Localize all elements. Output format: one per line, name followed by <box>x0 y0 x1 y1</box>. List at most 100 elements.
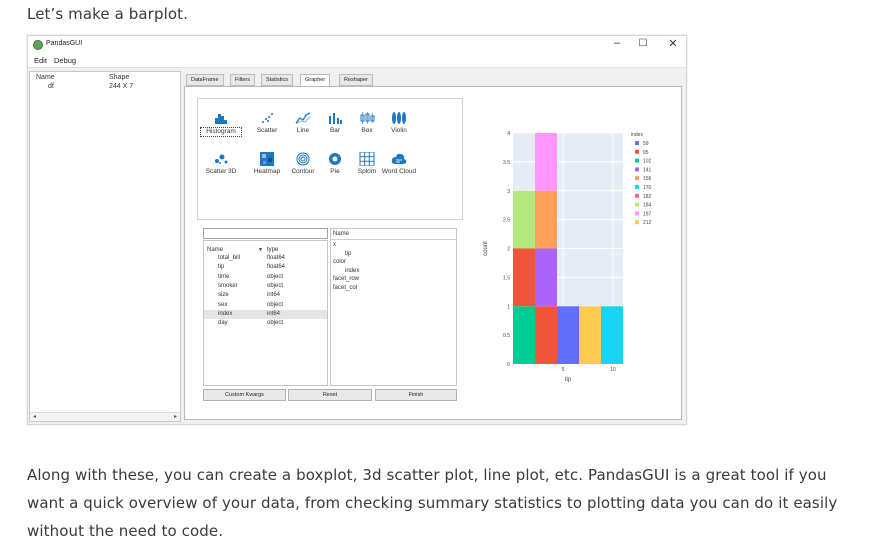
reset-button[interactable]: Reset <box>288 389 372 401</box>
minimize-button[interactable]: – <box>610 37 624 49</box>
menu-bar: Edit Debug <box>28 54 686 68</box>
drop-zone-color[interactable]: color <box>333 259 346 265</box>
plot-type-histogram[interactable]: Histogram <box>200 111 242 137</box>
legend-entry: 212 <box>643 220 652 226</box>
sort-desc-icon[interactable]: ▼ <box>258 247 263 253</box>
violin-icon <box>392 112 406 124</box>
column-name: time <box>218 273 230 280</box>
drop-zone-facet-row[interactable]: facet_row <box>333 276 359 282</box>
pandasgui-window: PandasGUI – ☐ ✕ Edit Debug Name Shape df… <box>27 35 687 425</box>
y-tick-label: 0.5 <box>503 333 510 339</box>
pie-icon <box>329 153 341 165</box>
bar-segment <box>513 248 535 307</box>
legend-swatch <box>635 141 639 145</box>
column-header-name[interactable]: Name <box>207 247 223 253</box>
article-outro: Along with these, you can create a boxpl… <box>27 466 838 540</box>
legend-entry: 197 <box>643 211 652 217</box>
column-type: float64 <box>267 264 286 271</box>
wordcloud-icon <box>391 153 407 164</box>
column-name: size <box>218 292 229 299</box>
tab-dataframe[interactable]: DataFrame <box>186 74 224 86</box>
y-tick-label: 1 <box>507 304 510 310</box>
navigator-hscrollbar[interactable]: ◂ ▸ <box>30 412 180 421</box>
column-name: index <box>218 310 233 317</box>
dataframe-shape: 244 X 7 <box>109 83 134 90</box>
y-tick-label: 3.5 <box>503 160 510 166</box>
x-tick-label: 5 <box>562 367 565 373</box>
tab-statistics[interactable]: Statistics <box>261 74 294 86</box>
column-type: object <box>267 273 284 280</box>
legend-swatch <box>635 158 639 163</box>
menu-debug[interactable]: Debug <box>54 56 76 65</box>
legend-entry: 184 <box>643 203 652 209</box>
column-type: int64 <box>267 310 281 317</box>
x-tick-label: 10 <box>610 367 616 373</box>
y-tick-label: 4 <box>507 131 510 137</box>
scroll-left-icon[interactable]: ◂ <box>33 413 36 420</box>
box-icon <box>360 112 375 124</box>
variable-drop-zones: Name x tip color index facet_row facet_col <box>330 228 457 386</box>
dataframe-row[interactable]: df 244 X 7 <box>30 83 180 91</box>
bar-segment <box>535 133 557 191</box>
plot-type-word-cloud[interactable]: Word Cloud <box>378 152 420 176</box>
assigned-column[interactable]: index <box>345 268 359 274</box>
legend-swatch <box>635 167 639 172</box>
legend-entry: 59 <box>643 141 649 147</box>
x-axis-label: tip <box>565 377 572 383</box>
finish-button[interactable]: Finish <box>375 389 457 401</box>
bar-segment <box>513 306 535 364</box>
plot-type-violin[interactable]: Violin <box>378 111 420 135</box>
dataframe-navigator: Name Shape df 244 X 7 ◂ ▸ <box>29 71 181 422</box>
navigator-header-shape[interactable]: Shape <box>109 74 129 81</box>
column-filter-input[interactable] <box>203 228 328 239</box>
column-type: object <box>267 301 284 308</box>
grapher-panel: Histogram Scatter Line Bar Box Violin Sc… <box>184 86 682 420</box>
navigator-header-name[interactable]: Name <box>36 74 55 81</box>
pandasgui-logo-icon <box>33 40 43 50</box>
assigned-column[interactable]: tip <box>345 251 351 257</box>
plot-type-scatter-3d[interactable]: Scatter 3D <box>200 152 242 176</box>
scroll-right-icon[interactable]: ▸ <box>174 413 177 420</box>
column-row[interactable]: tip float64 <box>204 263 327 272</box>
scatter-icon <box>262 113 273 123</box>
column-name: tip <box>218 264 225 271</box>
plot-type-picker: Histogram Scatter Line Bar Box Violin Sc… <box>197 98 463 220</box>
plot-area: 0 0.5 1 1.5 2 2.5 3 3.5 4 5 10 tip count index 59 95 102… <box>467 98 677 404</box>
article-intro: Let’s make a barplot. <box>27 5 188 23</box>
bar-segment <box>557 306 579 364</box>
splom-icon <box>359 152 375 166</box>
scatter3d-icon <box>215 154 228 164</box>
legend-swatch <box>635 185 639 189</box>
legend-title: index <box>631 132 643 138</box>
column-row[interactable]: sex object <box>204 301 327 310</box>
column-row[interactable]: day object <box>204 319 327 328</box>
menu-edit[interactable]: Edit <box>34 56 47 65</box>
custom-kwargs-button[interactable]: Custom Kwargs <box>203 389 286 401</box>
column-row[interactable]: time object <box>204 273 327 282</box>
column-type: object <box>267 320 284 327</box>
column-row[interactable]: total_bill float64 <box>204 254 327 263</box>
drop-zone-facet-col[interactable]: facet_col <box>333 285 357 291</box>
line-icon <box>295 112 311 125</box>
y-tick-label: 3 <box>507 189 510 195</box>
column-header-type[interactable]: type <box>267 247 278 253</box>
stacked-bar-chart[interactable]: 0 0.5 1 1.5 2 2.5 3 3.5 4 5 10 tip count index59 95 102… <box>467 98 677 404</box>
legend-entry: 182 <box>643 194 652 200</box>
column-row[interactable]: size int64 <box>204 291 327 300</box>
column-type: int64 <box>267 292 281 299</box>
drop-zone-x[interactable]: x <box>333 242 336 248</box>
close-button[interactable]: ✕ <box>666 37 680 50</box>
window-title: PandasGUI <box>46 40 83 47</box>
bar-segment <box>535 190 557 249</box>
tab-reshaper[interactable]: Reshaper <box>339 74 373 86</box>
column-row[interactable]: index int64 <box>204 309 327 319</box>
column-row[interactable]: smoker object <box>204 282 327 291</box>
legend-swatch <box>635 202 639 207</box>
legend-swatch <box>635 193 639 198</box>
y-tick-label: 0 <box>507 362 510 368</box>
maximize-button[interactable]: ☐ <box>636 38 650 49</box>
tab-filters[interactable]: Filters <box>230 74 255 86</box>
bar-segment <box>579 306 601 364</box>
y-tick-label: 2 <box>507 247 510 253</box>
bar-icon <box>329 113 342 124</box>
